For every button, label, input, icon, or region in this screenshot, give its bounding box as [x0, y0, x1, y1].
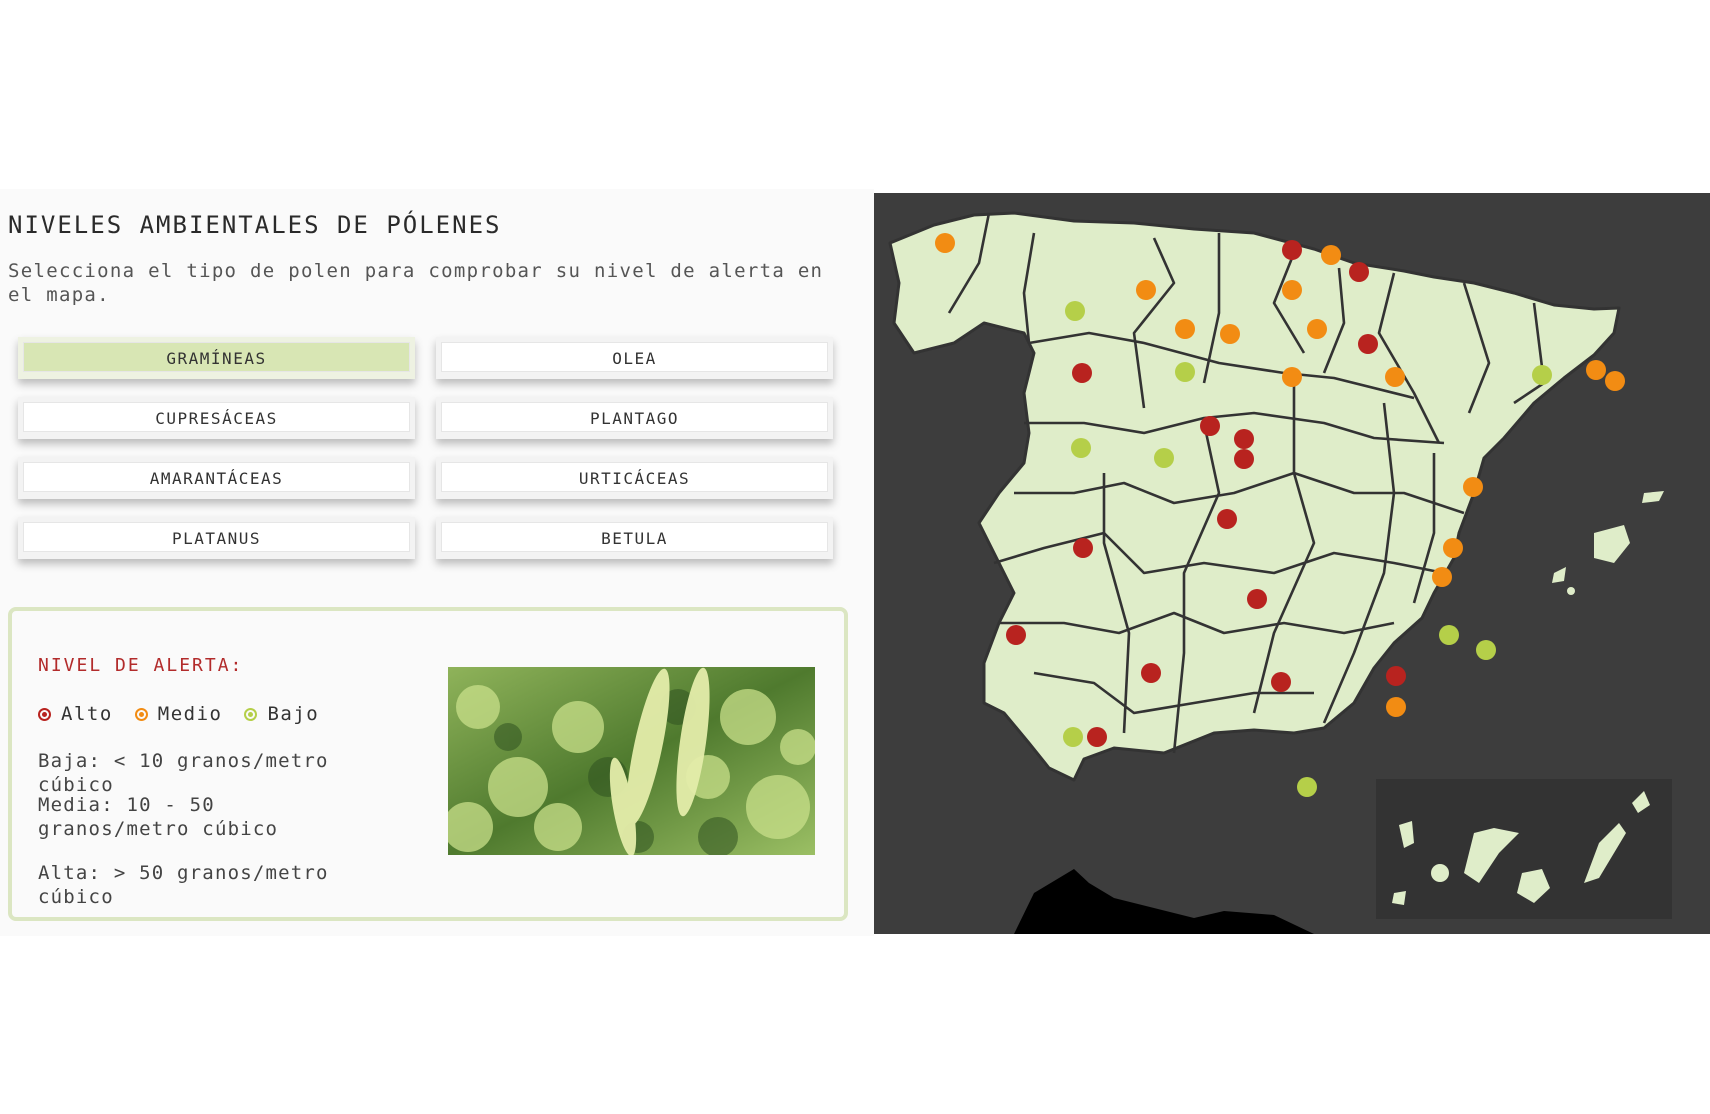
station-point-alto[interactable]: [1234, 429, 1254, 449]
station-point-medio[interactable]: [1220, 324, 1240, 344]
station-point-bajo[interactable]: [1297, 777, 1317, 797]
station-point-medio[interactable]: [1432, 567, 1452, 587]
station-point-medio[interactable]: [1586, 360, 1606, 380]
canary-islands-inset: [1376, 779, 1672, 919]
station-point-alto[interactable]: [1247, 589, 1267, 609]
page-subtitle: Selecciona el tipo de polen para comprob…: [8, 260, 824, 306]
africa-coast: [1014, 869, 1314, 934]
pollen-photo: [448, 667, 815, 855]
station-point-bajo[interactable]: [1439, 625, 1459, 645]
alert-legend: Alto Medio Bajo: [38, 703, 319, 725]
station-point-bajo[interactable]: [1063, 727, 1083, 747]
radio-dot-icon: [38, 707, 51, 721]
station-point-bajo[interactable]: [1065, 301, 1085, 321]
legend-item-bajo: Bajo: [244, 703, 319, 725]
station-point-alto[interactable]: [1386, 666, 1406, 686]
station-point-alto[interactable]: [1282, 240, 1302, 260]
station-point-alto[interactable]: [1141, 663, 1161, 683]
legend-label: Medio: [157, 703, 223, 725]
station-point-alto[interactable]: [1358, 334, 1378, 354]
balearic-islands: [1552, 491, 1664, 595]
level-medium-text: Media: 10 - 50 granos/metro cúbico: [38, 794, 279, 840]
station-point-alto[interactable]: [1234, 449, 1254, 469]
legend-label: Alto: [61, 703, 113, 725]
legend-item-alto: Alto: [38, 703, 113, 725]
pollen-button-urticaceas[interactable]: URTICÁCEAS: [436, 457, 833, 499]
pollen-button-plantago[interactable]: PLANTAGO: [436, 397, 833, 439]
station-point-alto[interactable]: [1200, 416, 1220, 436]
station-point-medio[interactable]: [1136, 280, 1156, 300]
station-point-medio[interactable]: [1175, 319, 1195, 339]
station-point-medio[interactable]: [1463, 477, 1483, 497]
station-point-medio[interactable]: [1282, 367, 1302, 387]
legend-item-medio: Medio: [134, 703, 223, 725]
station-point-alto[interactable]: [1271, 672, 1291, 692]
station-point-medio[interactable]: [1605, 371, 1625, 391]
station-point-alto[interactable]: [1087, 727, 1107, 747]
station-point-bajo[interactable]: [1476, 640, 1496, 660]
alert-level-title: NIVEL DE ALERTA:: [38, 655, 244, 676]
station-point-medio[interactable]: [1307, 319, 1327, 339]
station-point-alto[interactable]: [1217, 509, 1237, 529]
station-point-medio[interactable]: [1385, 367, 1405, 387]
pollen-button-olea[interactable]: OLEA: [436, 337, 833, 379]
station-point-medio[interactable]: [1443, 538, 1463, 558]
level-high-text: Alta: > 50 granos/metro cúbico: [38, 862, 329, 908]
station-point-bajo[interactable]: [1071, 438, 1091, 458]
station-point-bajo[interactable]: [1532, 365, 1552, 385]
pollen-button-betula[interactable]: BETULA: [436, 517, 833, 559]
page-title: NIVELES AMBIENTALES DE PÓLENES: [8, 211, 502, 239]
station-point-alto[interactable]: [1006, 625, 1026, 645]
pollen-button-amarantaceas[interactable]: AMARANTÁCEAS: [18, 457, 415, 499]
station-point-alto[interactable]: [1349, 262, 1369, 282]
station-point-medio[interactable]: [1386, 697, 1406, 717]
station-point-medio[interactable]: [935, 233, 955, 253]
station-point-alto[interactable]: [1073, 538, 1093, 558]
station-point-alto[interactable]: [1072, 363, 1092, 383]
control-panel: NIVELES AMBIENTALES DE PÓLENES Seleccion…: [0, 189, 874, 936]
spain-mainland: [888, 211, 1621, 782]
station-point-bajo[interactable]: [1175, 362, 1195, 382]
radio-dot-icon: [134, 707, 148, 721]
pollen-button-cupresaceas[interactable]: CUPRESÁCEAS: [18, 397, 415, 439]
level-low-text: Baja: < 10 granos/metro cúbico: [38, 750, 329, 796]
pollen-map: [874, 193, 1710, 934]
pollen-button-platanus[interactable]: PLATANUS: [18, 517, 415, 559]
radio-dot-icon: [244, 707, 258, 721]
station-point-medio[interactable]: [1321, 245, 1341, 265]
station-point-bajo[interactable]: [1154, 448, 1174, 468]
pollen-button-gramineas[interactable]: GRAMÍNEAS: [18, 337, 415, 379]
station-point-medio[interactable]: [1282, 280, 1302, 300]
alert-level-box: NIVEL DE ALERTA: Alto Medio Bajo Baja: <…: [8, 607, 848, 921]
legend-label: Bajo: [267, 703, 320, 725]
